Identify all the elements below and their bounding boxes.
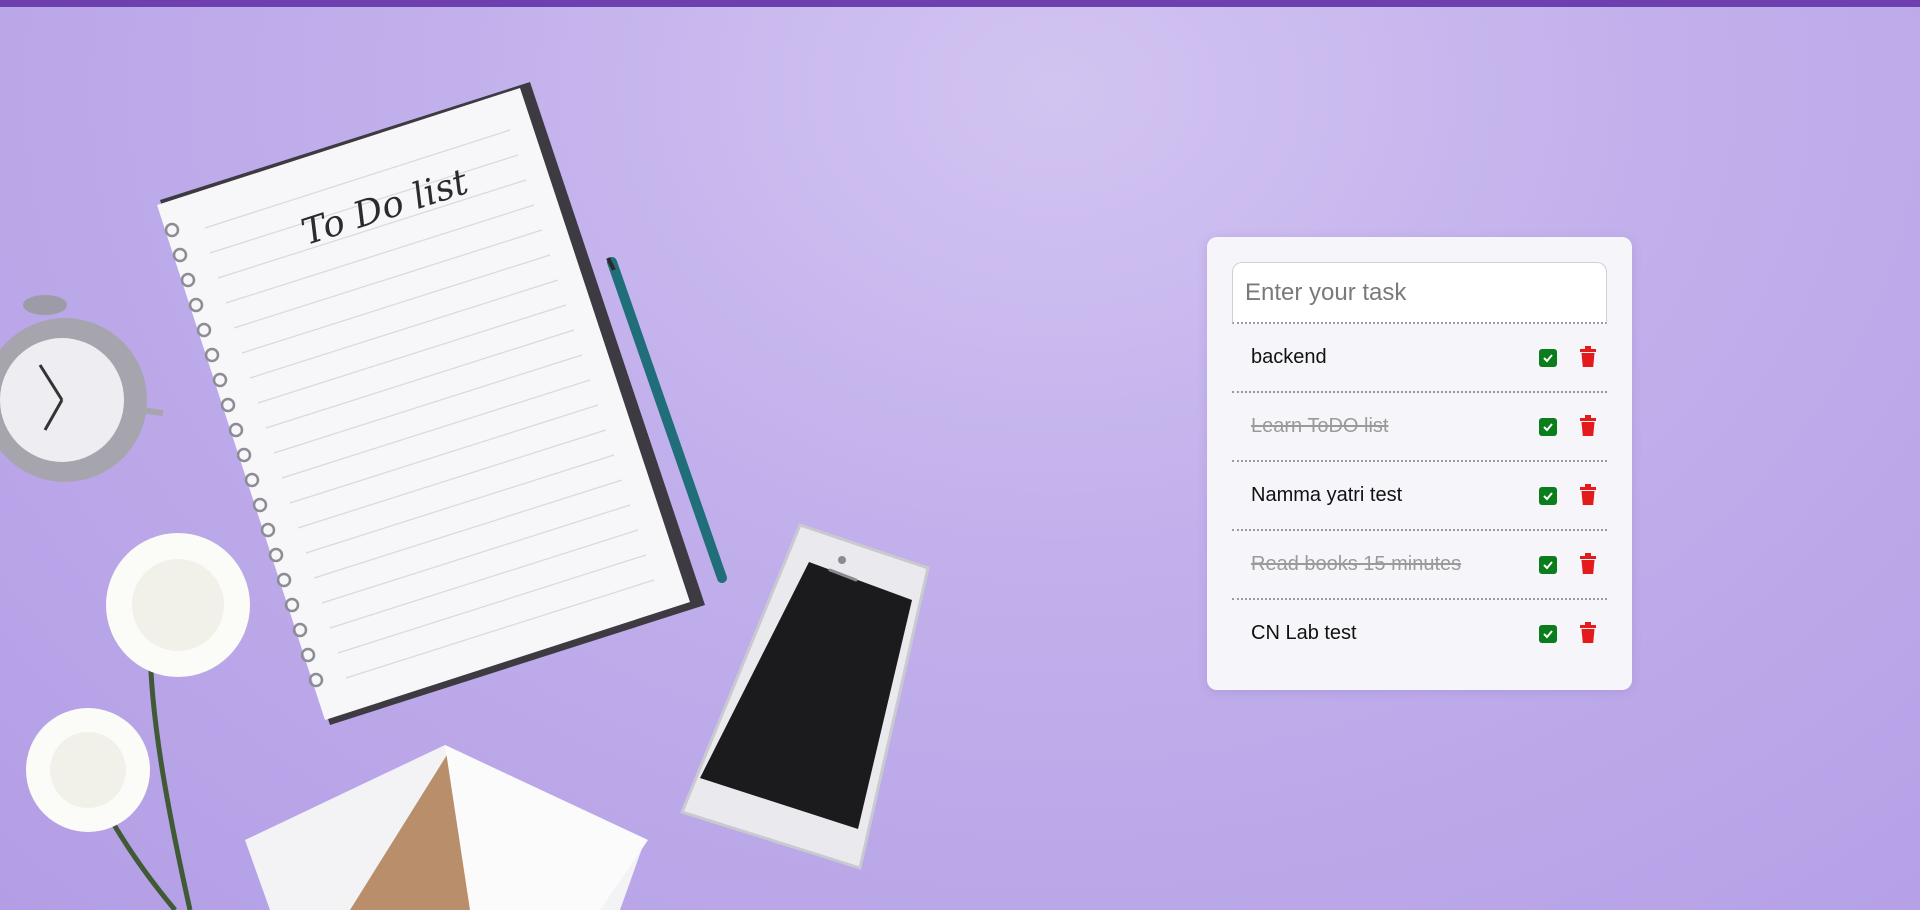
task-row-read-books: Read books 15 minutes: [1232, 531, 1607, 600]
alarm-clock-image: [0, 295, 164, 482]
task-text: backend: [1251, 346, 1327, 368]
complete-check-button[interactable]: [1539, 418, 1557, 436]
complete-check-button[interactable]: [1539, 556, 1557, 574]
task-text: Read books 15 minutes: [1251, 553, 1462, 575]
task-text: Namma yatri test: [1251, 484, 1403, 506]
trash-icon: [1580, 346, 1596, 367]
check-icon: [1543, 492, 1553, 501]
trash-icon: [1580, 622, 1596, 643]
check-icon: [1543, 561, 1553, 570]
delete-button[interactable]: [1579, 415, 1597, 437]
check-icon: [1543, 423, 1553, 432]
trash-icon: [1580, 484, 1596, 505]
task-row-namma-yatri-test: Namma yatri test: [1232, 462, 1607, 531]
check-icon: [1543, 630, 1553, 639]
complete-check-button[interactable]: [1539, 487, 1557, 505]
delete-button[interactable]: [1579, 346, 1597, 368]
task-row-backend: backend: [1232, 324, 1607, 393]
check-icon: [1543, 354, 1553, 363]
delete-button[interactable]: [1579, 553, 1597, 575]
delete-button[interactable]: [1579, 622, 1597, 644]
envelope-image: [245, 745, 648, 910]
flowers-image: [26, 533, 250, 910]
task-text: Learn ToDO list: [1251, 415, 1389, 437]
task-row-learn-todo-list: Learn ToDO list: [1232, 393, 1607, 462]
task-list: backend Learn ToDO list Namma yatri test: [1232, 324, 1607, 667]
complete-check-button[interactable]: [1539, 349, 1557, 367]
task-input[interactable]: [1232, 262, 1607, 324]
background-photo: To Do list: [0, 82, 930, 910]
delete-button[interactable]: [1579, 484, 1597, 506]
todo-card: backend Learn ToDO list Namma yatri test: [1207, 237, 1632, 690]
trash-icon: [1580, 415, 1596, 436]
complete-check-button[interactable]: [1539, 625, 1557, 643]
task-row-cn-lab-test: CN Lab test: [1232, 600, 1607, 667]
trash-icon: [1580, 553, 1596, 574]
task-text: CN Lab test: [1251, 622, 1357, 644]
